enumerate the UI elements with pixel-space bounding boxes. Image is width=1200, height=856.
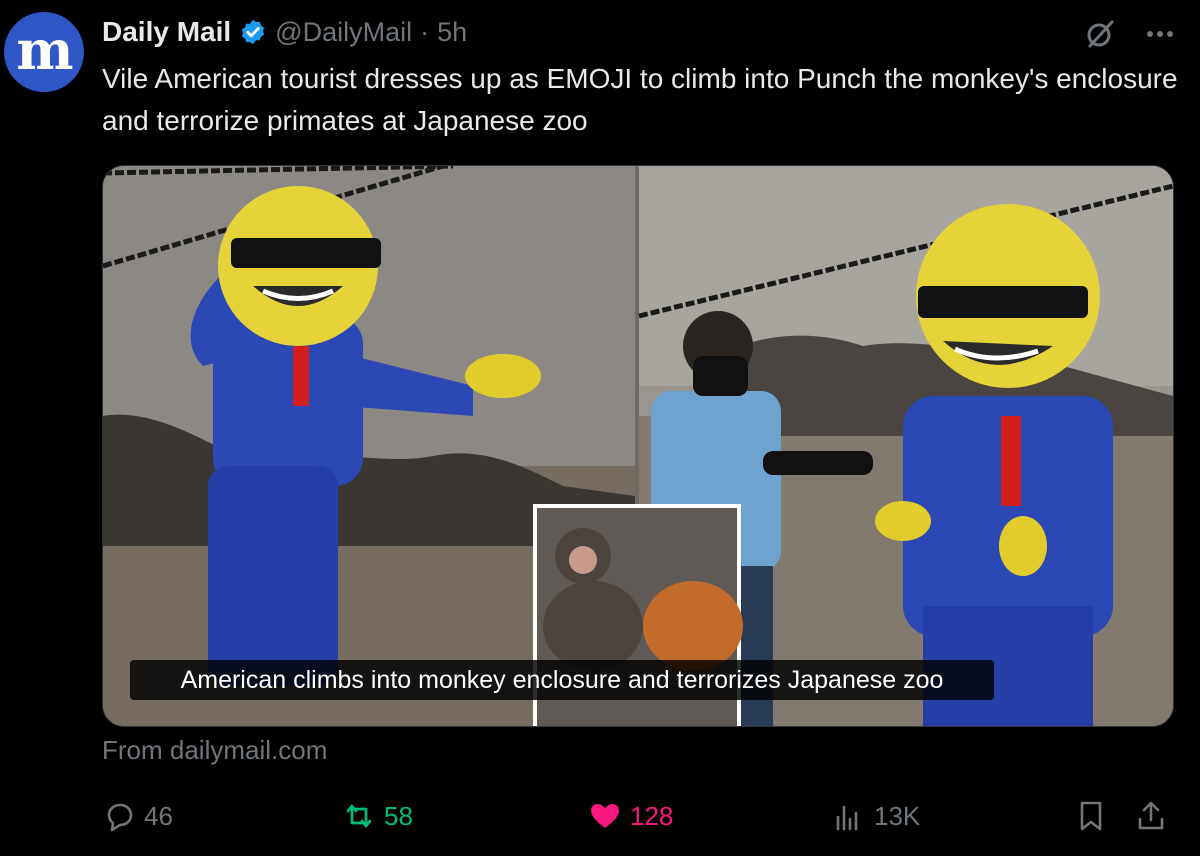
link-source[interactable]: From dailymail.com	[102, 735, 327, 766]
tweet-media[interactable]	[102, 165, 1174, 727]
video-caption: American climbs into monkey enclosure an…	[130, 660, 994, 700]
like-icon	[591, 804, 619, 828]
share-icon	[1138, 801, 1164, 830]
avatar-logo: m	[16, 18, 73, 82]
reply-button[interactable]: 46	[102, 792, 173, 840]
reply-icon	[107, 803, 133, 832]
author-handle[interactable]: @DailyMail	[275, 17, 412, 48]
tweet-text: Vile American tourist dresses up as EMOJ…	[102, 63, 1178, 136]
like-button[interactable]: 128	[588, 792, 673, 840]
author-name[interactable]: Daily Mail	[102, 16, 231, 48]
tweet-header: Daily Mail @DailyMail · 5h	[102, 14, 467, 50]
reply-count: 46	[144, 800, 173, 831]
views-icon	[836, 805, 858, 831]
tweet-top-actions	[1082, 16, 1178, 52]
header-separator: ·	[420, 16, 430, 47]
views-count: 13K	[874, 800, 921, 831]
bookmark-button[interactable]	[1074, 792, 1108, 840]
author-avatar[interactable]: m	[4, 12, 84, 92]
share-button[interactable]	[1134, 792, 1168, 840]
tweet-timestamp[interactable]: 5h	[437, 17, 467, 48]
like-count: 128	[630, 800, 674, 831]
views-button[interactable]: 13K	[832, 792, 920, 840]
grok-icon[interactable]	[1082, 16, 1118, 52]
retweet-icon	[346, 804, 372, 828]
retweet-count: 58	[384, 800, 413, 831]
media-image	[103, 166, 1173, 726]
verified-badge-icon	[242, 19, 265, 45]
retweet-button[interactable]: 58	[342, 792, 413, 840]
more-icon[interactable]	[1142, 16, 1178, 52]
bookmark-icon	[1080, 801, 1102, 831]
tweet-actions: 46 58 128 13K	[102, 792, 1172, 840]
